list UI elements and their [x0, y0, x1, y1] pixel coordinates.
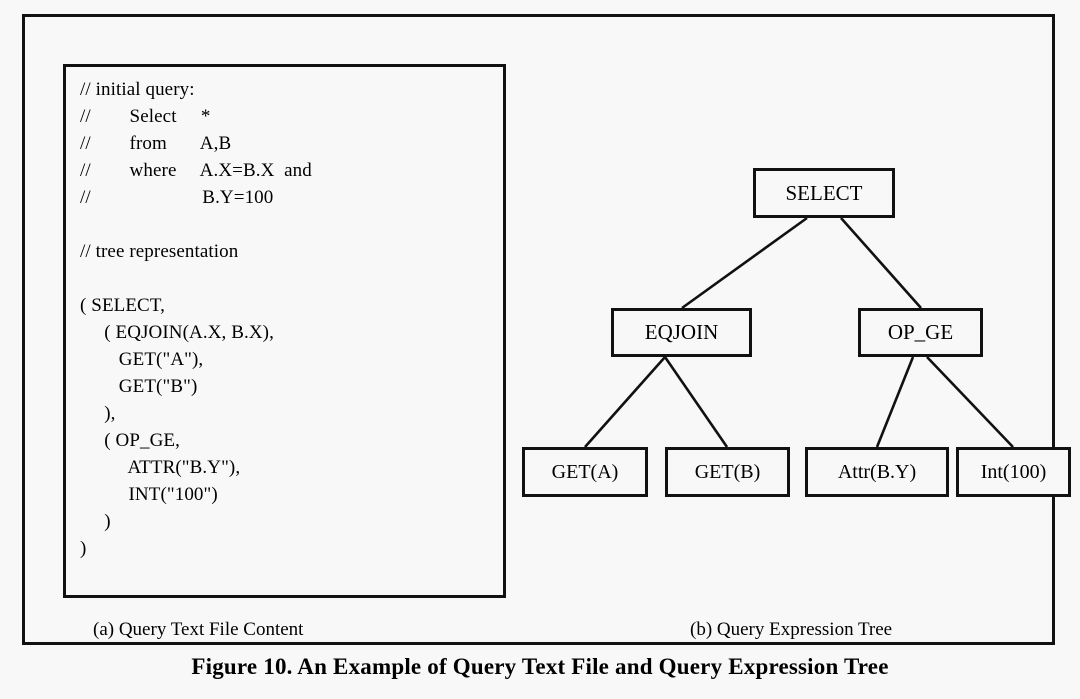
code-line: GET("B"): [80, 376, 198, 397]
code-line: ( SELECT,: [80, 295, 165, 316]
tree-node-int_100[interactable]: Int(100): [956, 447, 1071, 497]
tree-node-label: OP_GE: [887, 320, 954, 344]
tree-node-eqjoin[interactable]: EQJOIN: [611, 308, 752, 357]
tree-edge-select-to-op_ge: [840, 217, 922, 309]
tree-node-label: GET(A): [551, 461, 619, 483]
code-line: ( OP_GE,: [80, 430, 180, 451]
tree-node-select[interactable]: SELECT: [753, 168, 895, 218]
code-line: ): [80, 538, 87, 559]
tree-node-op_ge[interactable]: OP_GE: [858, 308, 983, 357]
figure-page: // initial query: // Select * // from A,B /…: [0, 0, 1080, 699]
code-line: ): [80, 511, 111, 532]
code-line: // initial query:: [80, 79, 195, 100]
code-line: // where A.X=B.X and: [80, 160, 312, 181]
code-line: // from A,B: [80, 133, 232, 154]
code-line: GET("A"),: [80, 349, 204, 370]
figure-caption: Figure 10. An Example of Query Text File…: [191, 654, 889, 679]
tree-node-label: SELECT: [785, 180, 863, 205]
code-line: ATTR("B.Y"),: [80, 457, 241, 478]
code-line: INT("100"): [80, 484, 218, 505]
query-text-file-box: // initial query: // Select * // from A,B /…: [63, 64, 506, 598]
code-line: // B.Y=100: [80, 187, 274, 208]
code-line: ),: [80, 403, 116, 424]
query-expression-tree: SELECT EQJOIN OP_GE GET(A) GET(B) Attr(B.Y) In…: [515, 31, 1080, 611]
tree-edge-op_ge-to-int_100: [926, 356, 1014, 448]
tree-node-label: GET(B): [694, 461, 761, 483]
tree-edges: [584, 216, 1014, 448]
figure-frame: // initial query: // Select * // from A,B /…: [22, 14, 1071, 645]
tree-node-label: Attr(B.Y): [837, 461, 917, 483]
tree-node-get_b[interactable]: GET(B): [665, 447, 790, 497]
tree-node-label: Int(100): [980, 461, 1047, 483]
panel-b-caption: (b) Query Expression Tree: [690, 619, 893, 640]
tree-edge-select-to-eqjoin: [681, 216, 808, 310]
tree-edge-eqjoin-to-get_b: [663, 356, 729, 448]
tree-node-get_a[interactable]: GET(A): [522, 447, 648, 497]
tree-node-label: EQJOIN: [644, 320, 719, 344]
panel-a-caption: (a) Query Text File Content: [93, 619, 304, 640]
code-line: // Select *: [80, 106, 211, 127]
query-code-listing: // initial query: // Select * // from A,B /…: [80, 76, 500, 562]
tree-node-attr_by[interactable]: Attr(B.Y): [805, 447, 949, 497]
code-line: // tree representation: [80, 241, 239, 262]
tree-edge-eqjoin-to-get_a: [584, 356, 666, 448]
tree-edge-op_ge-to-attr_by: [875, 356, 915, 448]
code-line: ( EQJOIN(A.X, B.X),: [80, 322, 274, 343]
